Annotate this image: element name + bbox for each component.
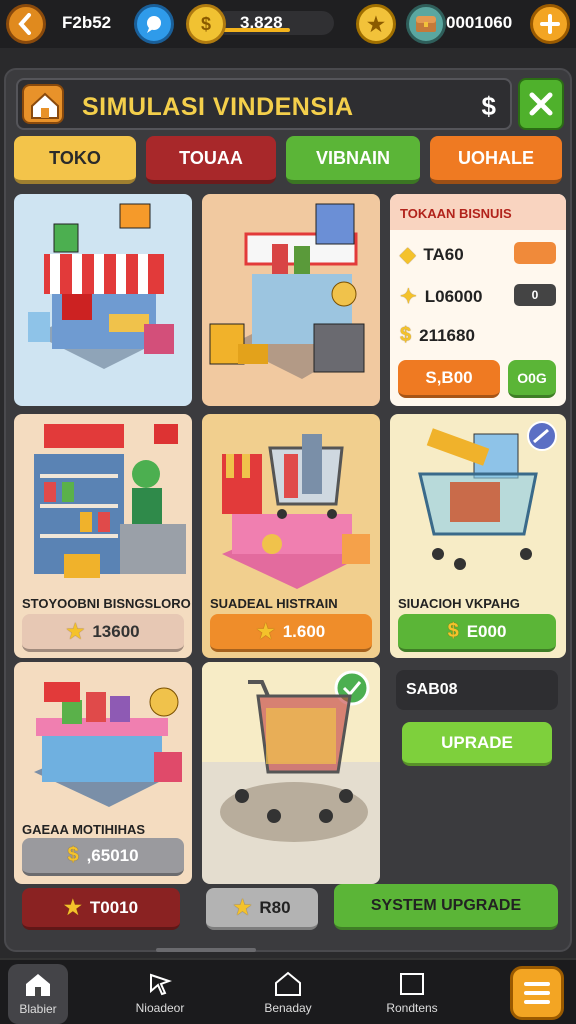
star-icon: ★ [63, 897, 82, 919]
cart-stand-illustration [222, 434, 370, 589]
player-label: F2b52 [62, 13, 112, 32]
menu-button[interactable] [510, 966, 564, 1020]
card-d-label: GAEAA MOTIHIHAS [22, 822, 146, 837]
bottom-price-1: T0010 [89, 897, 139, 917]
add-currency-button[interactable] [530, 4, 570, 44]
nav-rondtens-label: Rondtens [386, 1001, 438, 1015]
bottom-price-button-1[interactable]: ★ T0010 [22, 888, 180, 930]
info-chip-2[interactable]: 0 [514, 284, 556, 306]
card-c-price: E000 [466, 621, 507, 641]
nav-benaday[interactable]: Benaday [248, 960, 328, 1024]
dollar-icon: $ [447, 620, 459, 642]
info-row-3-label: 211680 [419, 325, 475, 345]
grocery-counter-illustration [209, 203, 365, 379]
card-b-label: SUADEAL HISTRAIN [210, 596, 338, 611]
plus-icon [540, 14, 560, 34]
bottom-price-2: R80 [259, 897, 291, 917]
card-d-price: ,65010 [86, 845, 139, 865]
shop-card-general-store[interactable]: GAEAA MOTIHIHAS $ ,65010 [14, 662, 192, 884]
star-icon: ◆ [400, 244, 416, 266]
title-bar: SIMULASI VINDENSIA $ [16, 78, 512, 130]
home-outline-icon [275, 971, 301, 996]
close-icon [529, 92, 553, 116]
info-row-2-label: L06000 [424, 286, 483, 306]
card-c-price-button[interactable]: $ E000 [398, 614, 556, 652]
nav-nioadeor[interactable]: Nioadeor [120, 960, 200, 1024]
minimarket-illustration [34, 424, 186, 578]
card-b-price-button[interactable]: ★ 1.600 [210, 614, 372, 652]
business-info-card: TOKAAN BISNUIS ◆ TA60 ✦ L06000 0 $ 21168… [390, 194, 566, 406]
coin-icon: $ [67, 844, 79, 866]
bottom-price-button-2[interactable]: ★ R80 [206, 888, 318, 930]
card-a-price: 13600 [92, 621, 140, 641]
tab-touaa[interactable]: TOUAA [146, 136, 276, 184]
shop-card-minimarket[interactable]: STOYOOBNI BISNGSLORO ★ 13600 [14, 414, 192, 658]
menu-line [524, 991, 550, 995]
nav-home[interactable]: Blabier [8, 964, 68, 1024]
shop-card-grocery-counter[interactable] [202, 194, 380, 406]
star-icon: ★ [256, 621, 275, 643]
side-value-box: SAB08 [396, 670, 558, 710]
gem-icon: ★ [356, 4, 396, 44]
buy-button[interactable]: S,B00 [398, 360, 500, 398]
chest-icon[interactable] [406, 4, 446, 44]
top-bar: F2b52 $ 3.828 ★ 0001060 [0, 0, 576, 48]
star-icon: ✦ [400, 286, 417, 308]
page-title: SIMULASI VINDENSIA [82, 93, 354, 121]
go-button[interactable]: O0G [508, 360, 556, 398]
shop-card-cart-stand[interactable]: SUADEAL HISTRAIN ★ 1.600 [202, 414, 380, 658]
house-icon [26, 974, 50, 996]
info-row-2: ✦ L06000 [400, 284, 482, 309]
house-icon [31, 92, 59, 119]
system-upgrade-button[interactable]: SYSTEM UPGRADE [334, 884, 558, 930]
card-a-price-button[interactable]: ★ 13600 [22, 614, 184, 652]
dollar-icon: $ [400, 324, 412, 346]
menu-line [524, 1000, 550, 1004]
card-b-price: 1.600 [282, 621, 326, 641]
chat-icon[interactable] [134, 4, 174, 44]
star-icon: ★ [66, 621, 85, 643]
card-c-label: SIUACIOH VKPAHG [398, 596, 520, 611]
upgrade-button[interactable]: UPRADE [402, 722, 552, 766]
info-chip-1[interactable] [514, 242, 556, 264]
close-button[interactable] [518, 78, 564, 130]
coin-icon: $ [186, 4, 226, 44]
shop-card-trolley[interactable]: SIUACIOH VKPAHG $ E000 [390, 414, 566, 658]
square-icon [400, 973, 424, 995]
gems-value: 0001060 [446, 13, 513, 32]
general-store-illustration [34, 682, 182, 807]
shop-card-shopping-cart[interactable] [202, 662, 380, 884]
currency-symbol: $ [481, 91, 496, 121]
info-row-1: ◆ TA60 [400, 242, 464, 267]
market-stall-illustration [28, 203, 174, 369]
coins-value: 3.828 [240, 13, 283, 32]
card-d-price-button[interactable]: $ ,65010 [22, 838, 184, 876]
bottom-nav: Blabier Nioadeor Benaday Rondtens [0, 958, 576, 1024]
nav-nioadeor-label: Nioadeor [135, 1001, 185, 1015]
back-button[interactable] [6, 4, 46, 44]
trolley-illustration [418, 421, 557, 570]
tab-uohale[interactable]: UOHALE [430, 136, 562, 184]
info-card-title: TOKAAN BISNUIS [390, 194, 566, 230]
cursor-icon [150, 973, 172, 996]
tab-toko[interactable]: TOKO [14, 136, 136, 184]
home-button[interactable] [22, 84, 64, 124]
back-icon [18, 13, 31, 35]
info-row-3: $ 211680 [400, 324, 475, 347]
tab-vibnain[interactable]: VIBNAIN [286, 136, 420, 184]
scroll-indicator [156, 948, 256, 952]
nav-home-label: Blabier [19, 1002, 57, 1016]
menu-line [524, 982, 550, 986]
nav-benaday-label: Benaday [264, 1001, 312, 1015]
info-row-1-label: TA60 [423, 244, 464, 264]
nav-rondtens[interactable]: Rondtens [372, 960, 452, 1024]
side-value: SAB08 [406, 681, 458, 698]
card-a-label: STOYOOBNI BISNGSLORO [22, 596, 191, 611]
shopping-cart-illustration [202, 662, 380, 842]
shop-card-market-stall[interactable] [14, 194, 192, 406]
main-panel: SIMULASI VINDENSIA $ TOKO TOUAA VIBNAIN … [4, 68, 572, 952]
star-icon: ★ [233, 897, 252, 919]
